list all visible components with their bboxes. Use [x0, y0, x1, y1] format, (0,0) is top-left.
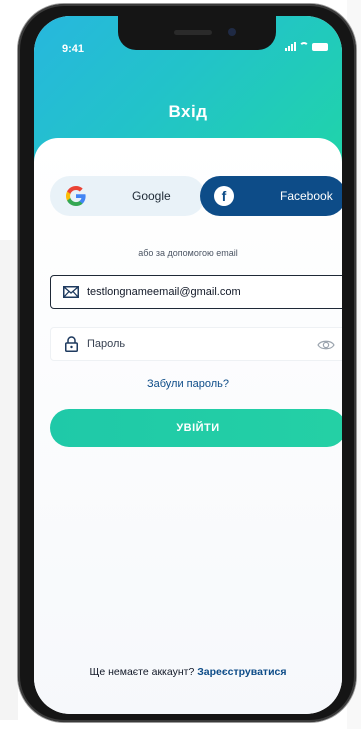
email-input[interactable] [87, 286, 307, 298]
google-icon [66, 186, 86, 206]
notch [118, 16, 276, 50]
page-title: Вхід [168, 102, 208, 121]
forgot-password-link[interactable]: Забули пароль? [34, 378, 342, 390]
status-time: 9:41 [62, 43, 85, 55]
phone-screen: 9:41 Вхід Google f Facebook або за допом… [34, 16, 342, 714]
lock-icon [63, 336, 79, 352]
facebook-button[interactable]: f Facebook [200, 176, 342, 216]
google-button[interactable]: Google [50, 176, 205, 216]
camera [228, 28, 236, 36]
wifi-icon [299, 42, 309, 51]
register-prompt: Ще немаєте аккаунт? Зареєструватися [34, 666, 342, 678]
background-panel-left [0, 240, 18, 720]
email-field[interactable] [50, 275, 342, 309]
register-prompt-text: Ще немаєте аккаунт? [89, 666, 195, 678]
login-button[interactable]: УВІЙТИ [50, 409, 342, 447]
divider-text: або за допомогою email [138, 248, 238, 258]
password-field[interactable] [50, 327, 342, 361]
register-link[interactable]: Зареєструватися [197, 666, 286, 678]
signal-icon [285, 42, 296, 51]
facebook-button-label: Facebook [280, 189, 333, 203]
speaker [174, 30, 212, 35]
battery-icon [312, 42, 328, 51]
facebook-icon: f [214, 186, 234, 206]
social-login: Google f Facebook [50, 176, 342, 216]
password-input[interactable] [87, 338, 307, 350]
status-icons [285, 42, 328, 51]
google-button-label: Google [132, 189, 171, 203]
mail-icon [63, 284, 79, 300]
eye-icon[interactable] [317, 336, 335, 354]
